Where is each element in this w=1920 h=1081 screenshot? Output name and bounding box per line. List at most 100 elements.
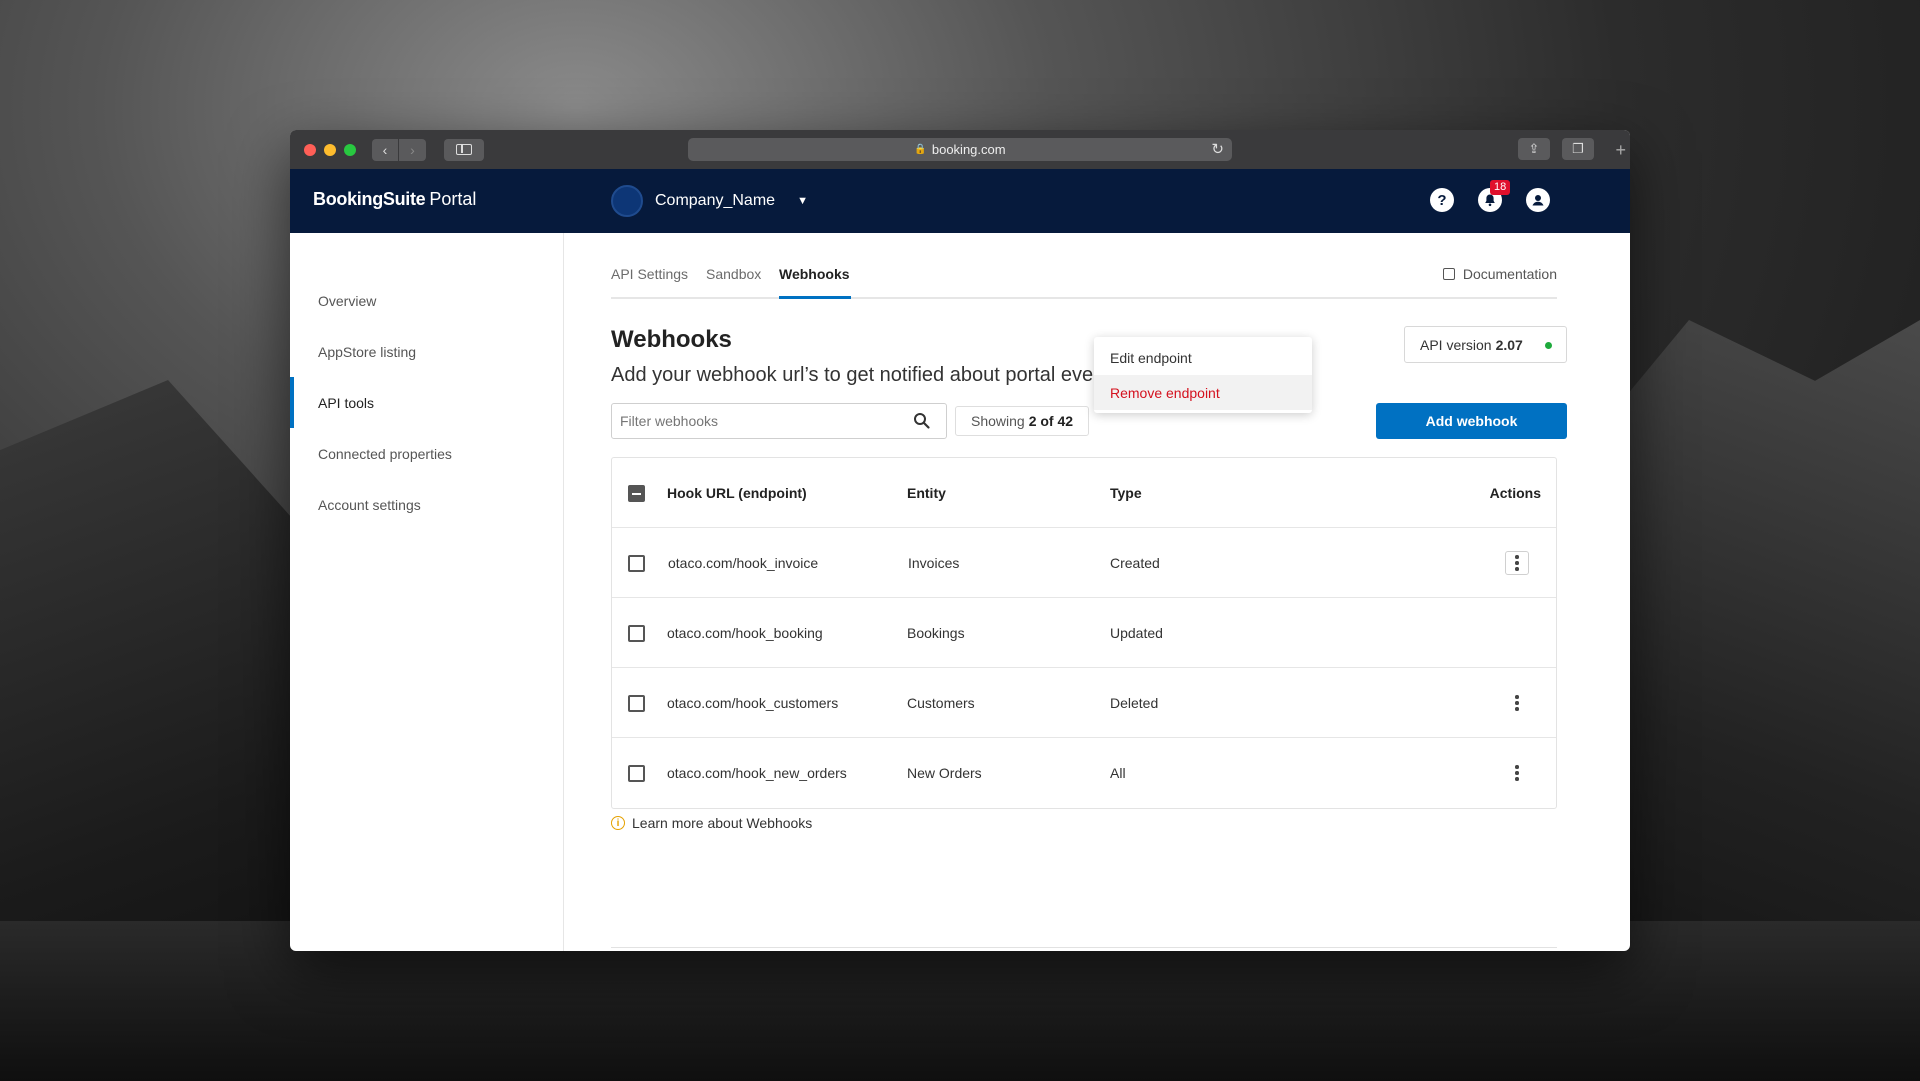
sidebar-item-label: Overview [318, 292, 377, 309]
row-checkbox[interactable] [628, 765, 645, 782]
showing-value: 2 of 42 [1028, 413, 1074, 429]
remove-endpoint-menu-item[interactable]: Remove endpoint [1094, 375, 1312, 410]
browser-actions: ⇪ ❐ [1518, 138, 1594, 160]
active-tab-indicator [779, 296, 851, 299]
sidebar-toggle-icon[interactable] [444, 138, 484, 161]
entity: Customers [907, 694, 975, 711]
entity: Invoices [908, 554, 960, 571]
select-all-checkbox[interactable] [628, 485, 645, 502]
api-version-badge: API version 2.07 [1404, 326, 1567, 363]
tab-webhooks[interactable]: Webhooks [779, 266, 850, 282]
company-name: Company_Name [655, 192, 776, 209]
external-link-icon [1442, 268, 1455, 280]
new-tab-icon[interactable]: + [1615, 140, 1626, 161]
documentation-link[interactable]: Documentation [1442, 266, 1557, 282]
entity: New Orders [907, 765, 982, 781]
sidebar-item-api-tools[interactable]: API tools [290, 377, 563, 428]
page-subtitle: Add your webhook url’s to get notified a… [611, 364, 1120, 386]
sidebar-item-label: Account settings [318, 496, 421, 513]
column-header-entity: Entity [907, 484, 946, 501]
app-header: BookingSuite Portal Company_Name ▼ ? 18 [290, 169, 1630, 233]
row-checkbox[interactable] [628, 695, 645, 712]
hook-url: otaco.com/hook_invoice [668, 554, 819, 571]
table-row: otaco.com/hook_new_orders New Orders All [612, 738, 1556, 808]
sidebar-item-connected-properties[interactable]: Connected properties [290, 428, 563, 479]
learn-more-link[interactable]: i Learn more about Webhooks [611, 815, 812, 831]
forward-arrow-icon[interactable]: › [399, 138, 426, 161]
more-actions-icon[interactable] [1505, 761, 1529, 785]
results-count: Showing 2 of 42 [955, 406, 1090, 436]
user-account-icon[interactable] [1526, 188, 1550, 212]
page-title: Webhooks [611, 326, 732, 353]
table-row: otaco.com/hook_booking Bookings Updated [612, 598, 1556, 668]
back-arrow-icon[interactable]: ‹ [372, 138, 399, 161]
column-header-type: Type [1110, 484, 1142, 501]
sidebar-item-label: Connected properties [318, 445, 452, 462]
info-icon: i [611, 816, 625, 830]
help-icon[interactable]: ? [1430, 188, 1454, 212]
add-webhook-button[interactable]: Add webhook [1376, 403, 1567, 439]
type: Deleted [1110, 694, 1159, 711]
company-avatar [611, 185, 643, 217]
lock-icon: 🔒 [914, 144, 927, 155]
hook-url: otaco.com/hook_new_orders [667, 765, 847, 781]
showing-prefix: Showing [971, 413, 1025, 429]
row-checkbox[interactable] [628, 555, 645, 572]
edit-endpoint-menu-item[interactable]: Edit endpoint [1094, 340, 1312, 375]
documentation-label: Documentation [1462, 266, 1557, 282]
history-nav: ‹ › [372, 138, 426, 161]
tabs-overview-icon[interactable]: ❐ [1562, 138, 1594, 160]
share-icon[interactable]: ⇪ [1518, 138, 1550, 160]
company-selector[interactable]: Company_Name ▼ [611, 185, 808, 217]
header-icons: ? 18 [1430, 180, 1550, 212]
row-actions-menu: Edit endpoint Remove endpoint [1094, 337, 1312, 413]
column-header-url: Hook URL (endpoint) [667, 484, 807, 501]
entity: Bookings [907, 624, 965, 641]
sidebar-item-appstore-listing[interactable]: AppStore listing [290, 326, 563, 377]
bell-icon[interactable]: 18 [1478, 180, 1511, 212]
address-bar[interactable]: 🔒 booking.com ↻ [688, 138, 1232, 161]
brand-suffix: Portal [429, 189, 477, 209]
sidebar-item-label: API tools [318, 394, 375, 411]
window-controls [304, 143, 356, 156]
browser-window: ‹ › 🔒 booking.com ↻ ⇪ ❐ + BookingSuite Po… [290, 130, 1630, 951]
brand-name: BookingSuite [313, 189, 426, 209]
sidebar-item-account-settings[interactable]: Account settings [290, 479, 563, 530]
status-dot-icon [1545, 342, 1552, 349]
table-header-row: Hook URL (endpoint) Entity Type Actions [612, 458, 1556, 528]
sidebar-item-label: AppStore listing [318, 343, 417, 360]
sidebar-nav: Overview AppStore listing API tools Conn… [290, 233, 564, 951]
url-text: booking.com [931, 142, 1006, 157]
notification-badge: 18 [1490, 180, 1511, 195]
close-window-button[interactable] [304, 143, 316, 156]
maximize-window-button[interactable] [344, 143, 356, 156]
search-icon[interactable] [912, 411, 932, 431]
pagination-divider [611, 947, 1557, 951]
tab-sandbox[interactable]: Sandbox [706, 266, 761, 282]
table-row: otaco.com/hook_customers Customers Delet… [612, 668, 1556, 738]
column-header-actions: Actions [1489, 484, 1541, 501]
reload-icon[interactable]: ↻ [1211, 140, 1224, 158]
hook-url: otaco.com/hook_customers [667, 694, 839, 711]
tab-api-settings[interactable]: API Settings [611, 266, 688, 282]
type: All [1110, 765, 1126, 781]
table-row: otaco.com/hook_invoice Invoices Created [612, 528, 1556, 598]
more-actions-icon[interactable] [1505, 691, 1529, 715]
more-actions-icon[interactable] [1505, 551, 1529, 575]
minimize-window-button[interactable] [324, 143, 336, 156]
type: Created [1110, 554, 1160, 571]
filter-webhooks-input[interactable] [611, 403, 947, 439]
webhooks-table: Hook URL (endpoint) Entity Type Actions … [611, 457, 1557, 809]
app-body: Overview AppStore listing API tools Conn… [290, 233, 1630, 951]
browser-toolbar: ‹ › 🔒 booking.com ↻ ⇪ ❐ + [290, 130, 1630, 169]
brand-logo[interactable]: BookingSuite Portal [313, 189, 476, 210]
type: Updated [1110, 624, 1163, 641]
hook-url: otaco.com/hook_booking [667, 624, 823, 641]
api-version-value: 2.07 [1495, 336, 1523, 353]
tab-bar: API Settings Sandbox Webhooks Documentat… [611, 233, 1557, 299]
learn-more-label: Learn more about Webhooks [632, 815, 813, 831]
row-checkbox[interactable] [628, 625, 645, 642]
api-version-label: API version [1420, 336, 1492, 353]
sidebar-item-overview[interactable]: Overview [290, 275, 563, 326]
caret-down-icon: ▼ [797, 195, 808, 207]
